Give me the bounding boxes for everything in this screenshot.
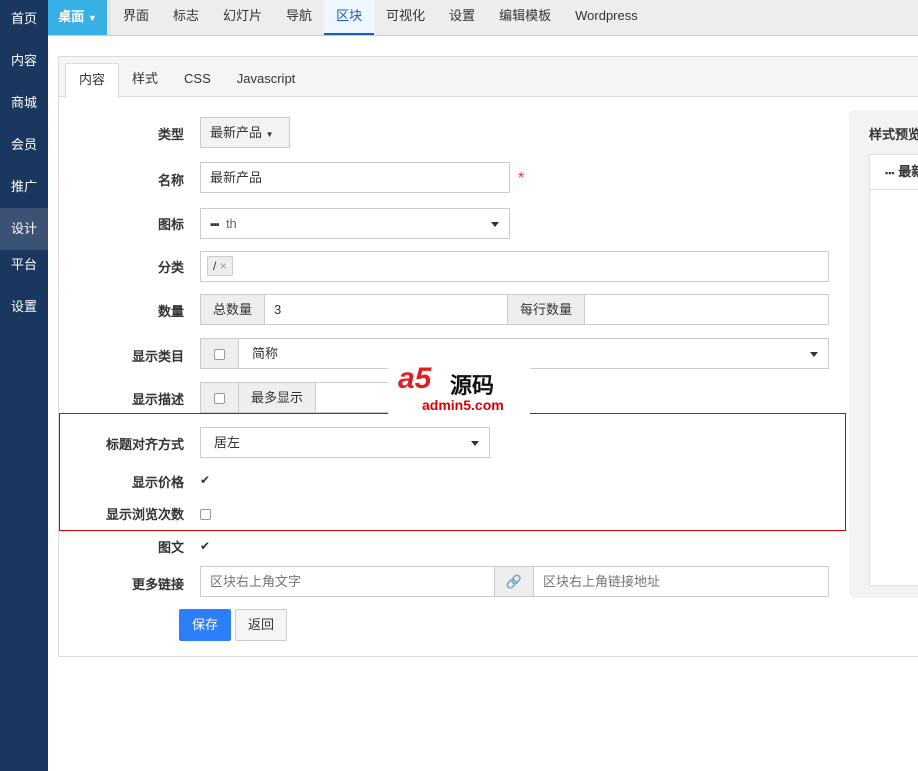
caret-down-icon: [491, 222, 499, 227]
category-label: 分类: [157, 260, 184, 275]
category-tag: / ×: [207, 256, 233, 276]
back-button[interactable]: 返回: [235, 609, 288, 641]
nav-logo[interactable]: 标志: [161, 0, 211, 35]
sidebar-item-home[interactable]: 首页: [0, 4, 48, 46]
category-tag-input[interactable]: / ×: [200, 251, 829, 282]
sidebar-item-platform[interactable]: 平台: [0, 250, 48, 292]
link-icon: 🔗: [494, 566, 534, 597]
required-mark: *: [518, 170, 525, 187]
show-desc-label: 显示描述: [131, 392, 184, 407]
icon-label: 图标: [157, 217, 184, 232]
per-row-input[interactable]: [584, 294, 829, 325]
nav-slides[interactable]: 幻灯片: [211, 0, 274, 35]
tab-css[interactable]: CSS: [171, 63, 224, 96]
show-price-checkbox[interactable]: ✔: [200, 473, 211, 487]
show-category-checkbox[interactable]: [214, 349, 225, 361]
more-link-label: 更多链接: [131, 577, 184, 592]
align-select[interactable]: 居左: [200, 427, 490, 458]
show-category-label: 显示类目: [131, 349, 184, 364]
tab-bar: 内容 样式 CSS Javascript: [59, 57, 918, 98]
image-text-checkbox[interactable]: ✔: [200, 538, 211, 553]
total-count-input[interactable]: 3: [264, 294, 508, 325]
preview-block-title: 最新产品: [898, 164, 918, 179]
preview-block: ▪▪▪ 最新产品: [869, 154, 918, 586]
name-label: 名称: [157, 173, 184, 188]
caret-down-icon: ▼: [87, 13, 97, 23]
caret-down-icon: [471, 441, 479, 446]
watermark-logo: a5 源码 admin5.com: [388, 360, 530, 415]
icon-select[interactable]: ▪▪▪ th: [200, 208, 510, 239]
sidebar-item-member[interactable]: 会员: [0, 130, 48, 172]
show-desc-checkbox-addon: [200, 382, 239, 413]
per-row-addon: 每行数量: [507, 294, 585, 325]
max-show-addon: 最多显示: [238, 382, 316, 413]
nav-settings[interactable]: 设置: [437, 0, 487, 35]
nav-blocks[interactable]: 区块: [324, 0, 375, 35]
more-url-input[interactable]: [533, 566, 829, 597]
show-category-checkbox-addon: [200, 338, 239, 369]
type-value: 最新产品: [210, 125, 263, 140]
icon-value: th: [225, 216, 237, 231]
show-views-checkbox[interactable]: [200, 506, 211, 521]
nav-edit-template[interactable]: 编辑模板: [487, 0, 563, 35]
show-category-select[interactable]: 简称: [238, 338, 829, 369]
save-button[interactable]: 保存: [179, 609, 232, 641]
style-preview-panel: 样式预览 ▪▪▪ 最新产品: [849, 110, 918, 598]
th-icon: ▪▪▪: [210, 219, 220, 231]
preview-title: 样式预览: [869, 127, 918, 142]
nav-visual[interactable]: 可视化: [374, 0, 437, 35]
show-category-value: 简称: [252, 346, 279, 361]
tab-javascript[interactable]: Javascript: [224, 63, 309, 96]
caret-down-icon: [810, 352, 818, 357]
top-nav: 桌面 ▼ 界面 标志 幻灯片 导航 区块 可视化 设置 编辑模板 Wordpre…: [48, 0, 918, 36]
nav-wordpress[interactable]: Wordpress: [563, 0, 650, 35]
category-tag-text: /: [213, 259, 217, 273]
nav-navigation[interactable]: 导航: [274, 0, 324, 35]
show-desc-checkbox[interactable]: [214, 393, 225, 405]
name-input[interactable]: 最新产品: [200, 162, 510, 193]
sidebar-item-settings[interactable]: 设置: [0, 292, 48, 334]
total-count-addon: 总数量: [200, 294, 265, 325]
show-price-label: 显示价格: [131, 475, 184, 490]
tab-content[interactable]: 内容: [65, 63, 120, 98]
max-show-input[interactable]: [315, 382, 395, 413]
type-label: 类型: [157, 127, 184, 142]
preview-block-header: ▪▪▪ 最新产品: [870, 155, 918, 190]
remove-tag-icon[interactable]: ×: [220, 259, 227, 273]
image-text-label: 图文: [157, 540, 184, 555]
nav-ui[interactable]: 界面: [111, 0, 161, 35]
sidebar: 首页 内容 商城 会员 推广 设计 平台 设置: [0, 0, 48, 771]
more-text-input[interactable]: [200, 566, 495, 597]
show-views-label: 显示浏览次数: [105, 507, 184, 522]
desktop-label: 桌面: [58, 9, 85, 24]
th-icon: ▪▪▪: [885, 168, 895, 178]
tab-style[interactable]: 样式: [119, 63, 171, 96]
count-label: 数量: [157, 304, 184, 319]
align-label: 标题对齐方式: [105, 437, 184, 452]
sidebar-item-content[interactable]: 内容: [0, 46, 48, 88]
sidebar-item-mall[interactable]: 商城: [0, 88, 48, 130]
sidebar-item-design[interactable]: 设计: [0, 208, 48, 250]
desktop-dropdown[interactable]: 桌面 ▼: [48, 0, 111, 35]
type-dropdown[interactable]: 最新产品 ▼: [200, 117, 290, 148]
align-value: 居左: [214, 435, 241, 450]
caret-down-icon: ▼: [265, 130, 274, 139]
